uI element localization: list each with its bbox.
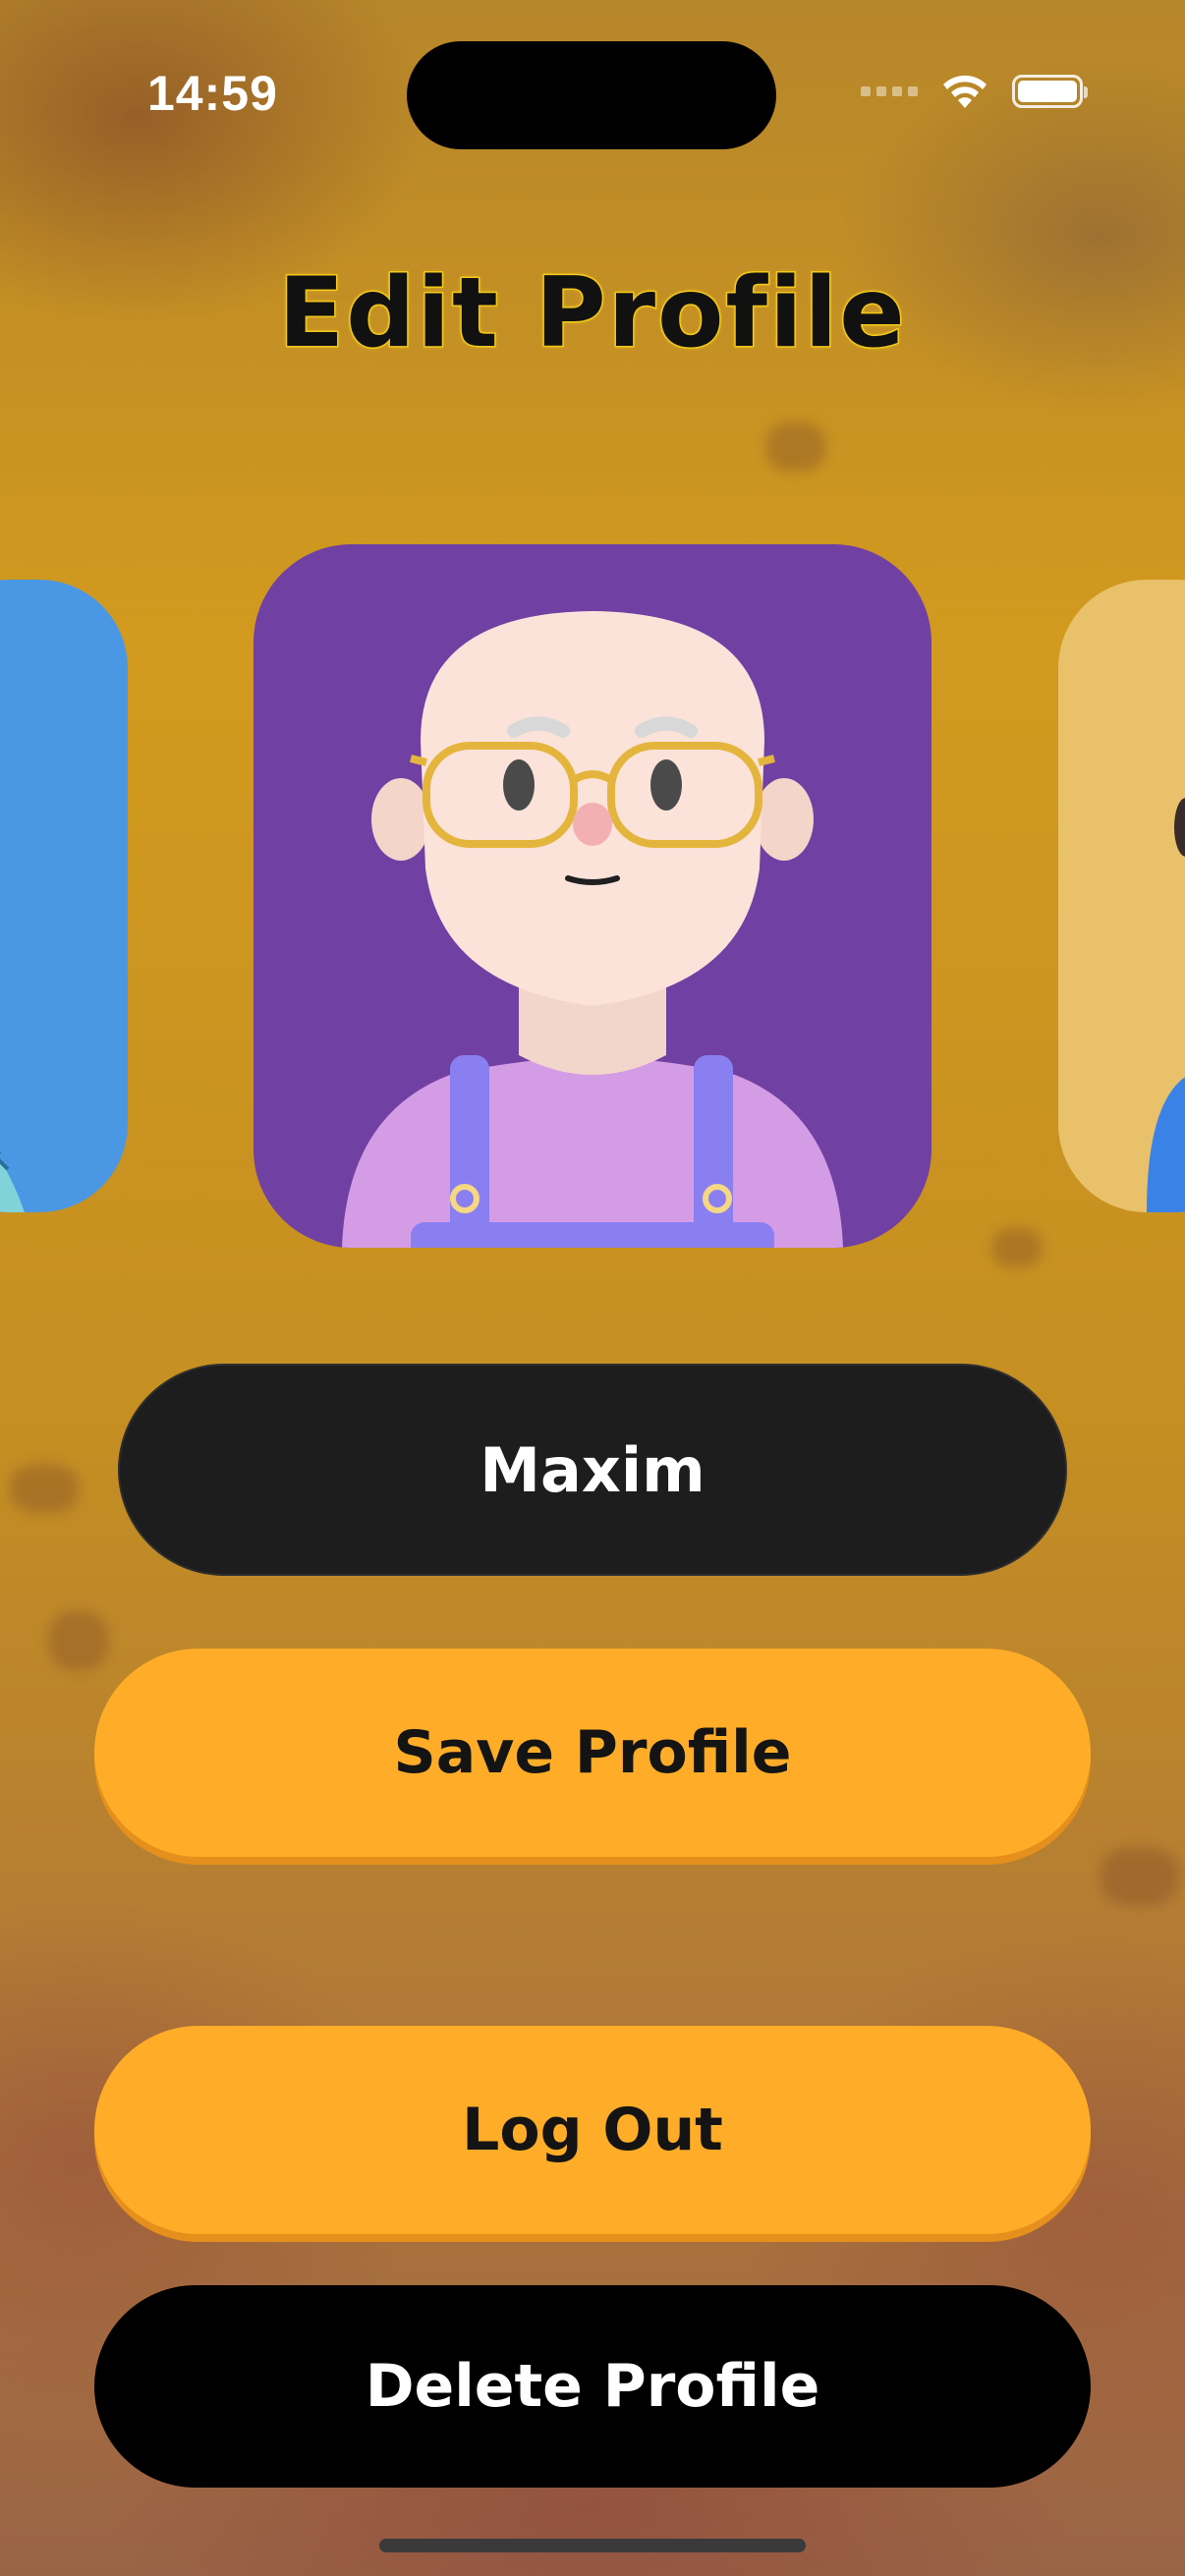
- avatar-blue-image: [0, 1151, 25, 1212]
- background-rock: [10, 1464, 79, 1513]
- screen: 14:59 Edit Profile Maxim Save Profile Lo…: [0, 0, 1185, 2576]
- status-time: 14:59: [147, 66, 278, 121]
- avatar-option-next[interactable]: [1058, 580, 1185, 1212]
- log-out-button[interactable]: Log Out: [94, 2026, 1091, 2234]
- home-indicator[interactable]: [379, 2539, 806, 2552]
- avatar-selected[interactable]: [254, 544, 931, 1248]
- dynamic-island: [407, 41, 776, 149]
- save-profile-button[interactable]: Save Profile: [94, 1649, 1091, 1857]
- avatar-bald-glasses-image: [342, 611, 843, 1248]
- page-title: Edit Profile: [277, 256, 907, 371]
- background-rock: [49, 1611, 108, 1670]
- background-rock: [766, 422, 825, 472]
- delete-profile-button[interactable]: Delete Profile: [94, 2285, 1091, 2488]
- battery-icon: [1012, 75, 1088, 108]
- name-input[interactable]: [120, 1432, 1065, 1507]
- avatar-option-previous[interactable]: [0, 580, 128, 1212]
- avatar-yellow-image: [1147, 798, 1185, 1212]
- battery-level: [1018, 81, 1077, 102]
- wifi-icon: [943, 75, 987, 108]
- background-rock: [992, 1228, 1042, 1267]
- cellular-signal-icon: [861, 86, 918, 96]
- status-icons: [861, 73, 1088, 110]
- name-field-container: [118, 1364, 1067, 1576]
- background-rock: [1100, 1847, 1179, 1906]
